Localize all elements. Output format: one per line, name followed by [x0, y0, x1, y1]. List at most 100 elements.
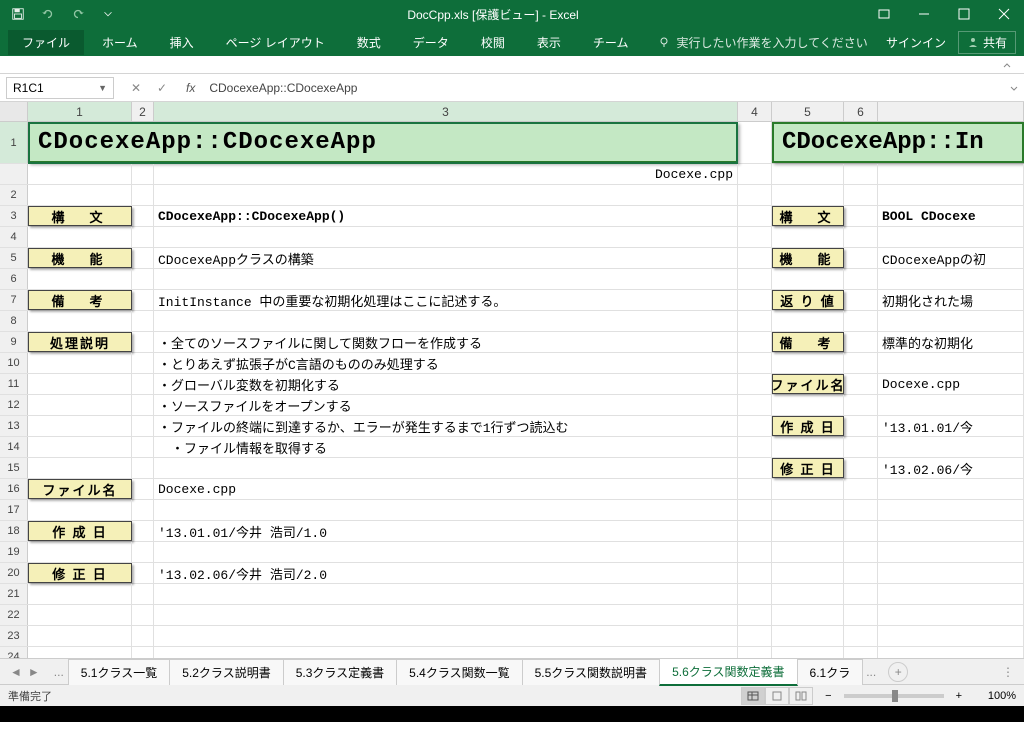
tab-formula[interactable]: 数式	[343, 30, 395, 55]
tab-ellipsis-left[interactable]: ...	[50, 665, 68, 679]
fname-value[interactable]: Docexe.cpp	[154, 479, 738, 499]
tab-ellipsis-right[interactable]: ...	[862, 665, 880, 679]
tab-file[interactable]: ファイル	[8, 30, 84, 55]
tab-data[interactable]: データ	[399, 30, 463, 55]
modified-value-r[interactable]: '13.02.06/今	[878, 458, 1024, 478]
row-header[interactable]: 22	[0, 605, 28, 625]
minimize-icon[interactable]	[904, 0, 944, 28]
created-value-r[interactable]: '13.01.01/今	[878, 416, 1024, 436]
func-value[interactable]: CDocexeAppクラスの構築	[154, 248, 738, 268]
page-layout-view-icon[interactable]	[765, 687, 789, 705]
syntax-value[interactable]: CDocexeApp::CDocexeApp()	[154, 206, 738, 226]
undo-icon[interactable]	[34, 2, 62, 26]
row-header[interactable]: 12	[0, 395, 28, 415]
title-cell-left[interactable]: CDocexeApp::CDocexeApp	[28, 122, 738, 163]
col-header[interactable]: 6	[844, 102, 878, 121]
row-header[interactable]: 4	[0, 227, 28, 247]
row-header[interactable]	[0, 164, 28, 184]
row-header[interactable]: 3	[0, 206, 28, 226]
tab-nav-prev-icon[interactable]: ◄	[10, 665, 22, 679]
tab-view[interactable]: 表示	[523, 30, 575, 55]
syntax-value-r[interactable]: BOOL CDocexe	[878, 206, 1024, 226]
tab-nav-next-icon[interactable]: ►	[28, 665, 40, 679]
title-cell-right[interactable]: CDocexeApp::In	[772, 122, 1024, 163]
redo-icon[interactable]	[64, 2, 92, 26]
save-icon[interactable]	[4, 2, 32, 26]
row-header[interactable]: 6	[0, 269, 28, 289]
zoom-slider[interactable]	[844, 694, 944, 698]
file-name-cell[interactable]: Docexe.cpp	[154, 164, 738, 184]
proc-line[interactable]: ・全てのソースファイルに関して関数フローを作成する	[154, 332, 738, 352]
cancel-formula-icon[interactable]: ✕	[124, 77, 148, 99]
fx-icon[interactable]: fx	[186, 81, 195, 95]
tab-insert[interactable]: 挿入	[156, 30, 208, 55]
label-created-r[interactable]: 作 成 日	[772, 416, 844, 436]
func-value-r[interactable]: CDocexeAppの初	[878, 248, 1024, 268]
zoom-in-icon[interactable]: +	[956, 690, 962, 702]
row-header[interactable]: 20	[0, 563, 28, 583]
label-syntax-r[interactable]: 構 文	[772, 206, 844, 226]
tell-me-search[interactable]: 実行したい作業を入力してください	[658, 34, 867, 51]
zoom-thumb[interactable]	[892, 690, 898, 702]
sheet-tab[interactable]: 6.1クラ	[797, 659, 864, 685]
maximize-icon[interactable]	[944, 0, 984, 28]
note-value[interactable]: InitInstance 中の重要な初期化処理はここに記述する。	[154, 290, 738, 310]
label-modified-r[interactable]: 修 正 日	[772, 458, 844, 478]
label-syntax[interactable]: 構 文	[28, 206, 132, 226]
ribbon-options-icon[interactable]	[864, 0, 904, 28]
label-func-r[interactable]: 機 能	[772, 248, 844, 268]
enter-formula-icon[interactable]: ✓	[150, 77, 174, 99]
zoom-percent[interactable]: 100%	[974, 690, 1016, 702]
label-created[interactable]: 作 成 日	[28, 521, 132, 541]
row-header[interactable]: 8	[0, 311, 28, 331]
row-header[interactable]: 9	[0, 332, 28, 352]
share-button[interactable]: 共有	[958, 31, 1016, 54]
tab-home[interactable]: ホーム	[88, 30, 152, 55]
col-header[interactable]: 5	[772, 102, 844, 121]
select-all-button[interactable]	[0, 102, 28, 121]
row-header[interactable]: 7	[0, 290, 28, 310]
label-note-r[interactable]: 備 考	[772, 332, 844, 352]
note-value-r[interactable]: 標準的な初期化	[878, 332, 1024, 352]
qat-dropdown-icon[interactable]	[94, 2, 122, 26]
formula-input[interactable]: CDocexeApp::CDocexeApp	[203, 79, 1004, 97]
label-func[interactable]: 機 能	[28, 248, 132, 268]
new-sheet-button[interactable]: +	[888, 662, 908, 682]
proc-line[interactable]: ・とりあえず拡張子がC言語のもののみ処理する	[154, 353, 738, 373]
row-header[interactable]: 10	[0, 353, 28, 373]
label-fname-r[interactable]: ファイル名	[772, 374, 844, 394]
sheet-tab[interactable]: 5.3クラス定義書	[283, 659, 397, 685]
tab-team[interactable]: チーム	[579, 30, 643, 55]
spreadsheet-grid[interactable]: 1 2 3 4 5 6 1 CDocexeApp::CDocexeApp CDo…	[0, 102, 1024, 658]
ret-value-r[interactable]: 初期化された場	[878, 290, 1024, 310]
name-box[interactable]: R1C1 ▼	[6, 77, 114, 99]
proc-line[interactable]: ・グローバル変数を初期化する	[154, 374, 738, 394]
tab-review[interactable]: 校閲	[467, 30, 519, 55]
label-modified[interactable]: 修 正 日	[28, 563, 132, 583]
label-ret-r[interactable]: 返 り 値	[772, 290, 844, 310]
col-header[interactable]: 1	[28, 102, 132, 121]
row-header[interactable]: 13	[0, 416, 28, 436]
col-header[interactable]: 4	[738, 102, 772, 121]
proc-line[interactable]: ・ファイルの終端に到達するか、エラーが発生するまで1行ずつ読込む	[154, 416, 738, 436]
row-header[interactable]: 2	[0, 185, 28, 205]
row-header[interactable]: 16	[0, 479, 28, 499]
sheet-tab-active[interactable]: 5.6クラス関数定義書	[659, 658, 797, 686]
col-header[interactable]: 2	[132, 102, 154, 121]
sheet-tab[interactable]: 5.1クラス一覧	[68, 659, 170, 685]
label-proc[interactable]: 処理説明	[28, 332, 132, 352]
col-header[interactable]	[878, 102, 1024, 121]
row-header[interactable]: 15	[0, 458, 28, 478]
label-note[interactable]: 備 考	[28, 290, 132, 310]
row-header[interactable]: 24	[0, 647, 28, 658]
chevron-down-icon[interactable]: ▼	[98, 83, 107, 93]
normal-view-icon[interactable]	[741, 687, 765, 705]
row-header[interactable]: 19	[0, 542, 28, 562]
row-header[interactable]: 14	[0, 437, 28, 457]
created-value[interactable]: '13.01.01/今井 浩司/1.0	[154, 521, 738, 541]
row-header[interactable]: 5	[0, 248, 28, 268]
row-header[interactable]: 1	[0, 122, 28, 163]
row-header[interactable]: 18	[0, 521, 28, 541]
proc-line[interactable]: ・ファイル情報を取得する	[154, 437, 738, 457]
tab-menu-icon[interactable]: ⋮	[992, 665, 1024, 679]
